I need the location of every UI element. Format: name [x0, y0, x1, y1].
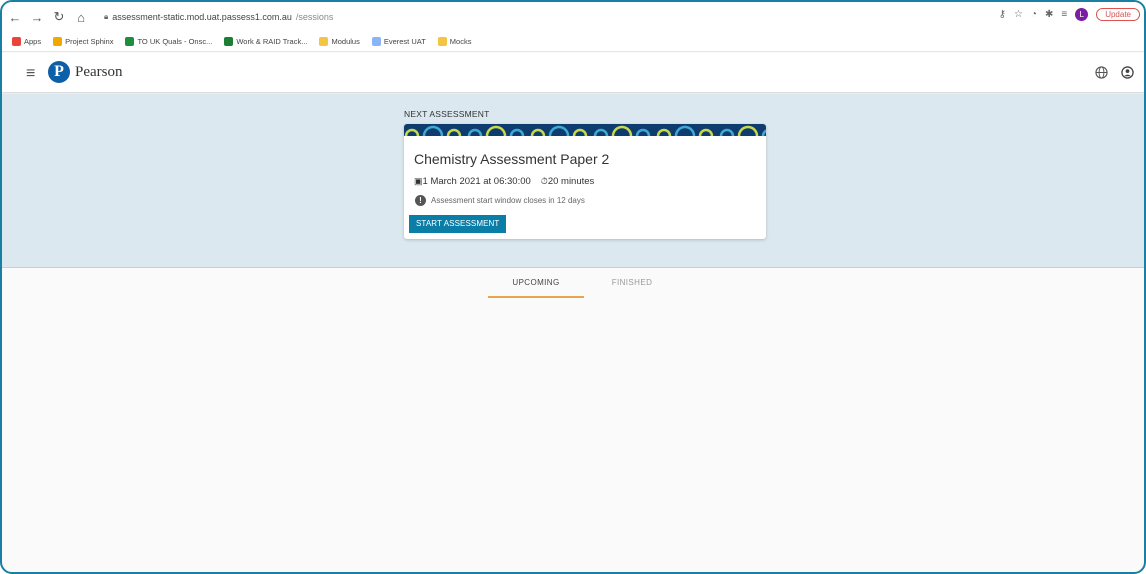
- forward-icon[interactable]: →: [28, 10, 46, 25]
- assessment-duration: 20 minutes: [547, 176, 595, 187]
- bookmark-item[interactable]: Apps: [12, 37, 41, 46]
- browser-toolbar: ← → ↻ ⌂ 🔒︎ assessment-static.mod.uat.pas…: [2, 2, 1144, 32]
- tab-finished[interactable]: FINISHED: [584, 276, 680, 298]
- bookmark-label: Work & RAID Track...: [236, 37, 308, 46]
- bookmark-label: Apps: [24, 37, 42, 46]
- bookmark-icon: [224, 37, 234, 46]
- bookmark-icon: [319, 37, 329, 46]
- notice-text: Assessment start window closes in 12 day…: [431, 196, 585, 205]
- app-header: ≡ P Pearson: [2, 53, 1144, 93]
- star-icon[interactable]: ☆: [1014, 9, 1023, 20]
- home-icon[interactable]: ⌂: [72, 10, 90, 25]
- bookmark-label: TO UK Quals - Onsc...: [137, 37, 213, 46]
- url-host: assessment-static.mod.uat.passess1.com.a…: [112, 12, 292, 22]
- back-icon[interactable]: ←: [6, 10, 24, 25]
- apps-grid-icon: [12, 37, 21, 46]
- session-tabs: UPCOMING FINISHED: [488, 276, 680, 298]
- start-assessment-button[interactable]: START ASSESSMENT: [409, 215, 507, 233]
- window-notice: ! Assessment start window closes in 12 d…: [415, 195, 585, 206]
- tab-upcoming[interactable]: UPCOMING: [488, 276, 584, 298]
- bookmark-label: Everest UAT: [383, 37, 426, 46]
- key-icon[interactable]: ⚷: [999, 9, 1006, 20]
- address-bar[interactable]: 🔒︎ assessment-static.mod.uat.passess1.co…: [104, 12, 333, 22]
- lock-icon: 🔒︎: [104, 12, 109, 21]
- menu-icon[interactable]: ≡: [26, 65, 35, 83]
- profile-avatar[interactable]: L: [1075, 8, 1089, 21]
- brand-name: Pearson: [75, 63, 123, 80]
- pearson-logo[interactable]: P Pearson: [48, 61, 123, 83]
- bookmark-icon: [53, 37, 63, 46]
- globe-icon[interactable]: [1095, 66, 1108, 84]
- bookmark-item[interactable]: Work & RAID Track...: [224, 37, 307, 46]
- assessment-date: 1 March 2021 at 06:30:00: [422, 176, 531, 187]
- calendar-icon: ▣: [414, 176, 423, 186]
- puzzle-icon[interactable]: ✱: [1045, 9, 1053, 20]
- bookmark-icon: [125, 37, 135, 46]
- update-button[interactable]: Update: [1096, 8, 1140, 21]
- info-icon: !: [415, 195, 426, 206]
- bookmarks-bar: Apps Project Sphinx TO UK Quals - Onsc... W…: [2, 32, 1144, 52]
- bookmark-icon: [371, 37, 381, 46]
- assessment-title: Chemistry Assessment Paper 2: [414, 151, 610, 167]
- browser-window: ← → ↻ ⌂ 🔒︎ assessment-static.mod.uat.pas…: [0, 0, 1146, 574]
- bookmark-label: Mocks: [449, 37, 472, 46]
- bookmark-item[interactable]: Modulus: [319, 37, 360, 46]
- timer-icon: ⏱: [540, 176, 548, 186]
- account-icon[interactable]: [1121, 66, 1134, 84]
- url-path: /sessions: [295, 12, 334, 22]
- reading-list-icon[interactable]: ≡: [1061, 9, 1067, 20]
- next-assessment-section: NEXT ASSESSMENT Chemistry Assessment Pap…: [2, 94, 1144, 268]
- bookmark-item[interactable]: Mocks: [437, 37, 472, 46]
- bookmark-label: Modulus: [331, 37, 360, 46]
- bookmark-icon: [437, 37, 447, 46]
- card-banner-image: [404, 124, 766, 136]
- bookmark-item[interactable]: Project Sphinx: [53, 37, 113, 46]
- assessment-card: Chemistry Assessment Paper 2 ▣1 March 20…: [404, 124, 766, 239]
- bookmark-item[interactable]: TO UK Quals - Onsc...: [125, 37, 212, 46]
- section-label: NEXT ASSESSMENT: [404, 109, 490, 119]
- pearson-logo-mark: P: [48, 61, 70, 83]
- bookmark-item[interactable]: Everest UAT: [371, 37, 426, 46]
- reload-icon[interactable]: ↻: [50, 9, 68, 25]
- assessment-meta: ▣1 March 2021 at 06:30:00 ⏱20 minutes: [414, 176, 594, 187]
- browser-extensions: ⚷ ☆ ◔ ✱ ≡ L Update: [999, 8, 1140, 21]
- bookmark-label: Project Sphinx: [65, 37, 114, 46]
- extension-icon[interactable]: ◔: [1031, 9, 1037, 20]
